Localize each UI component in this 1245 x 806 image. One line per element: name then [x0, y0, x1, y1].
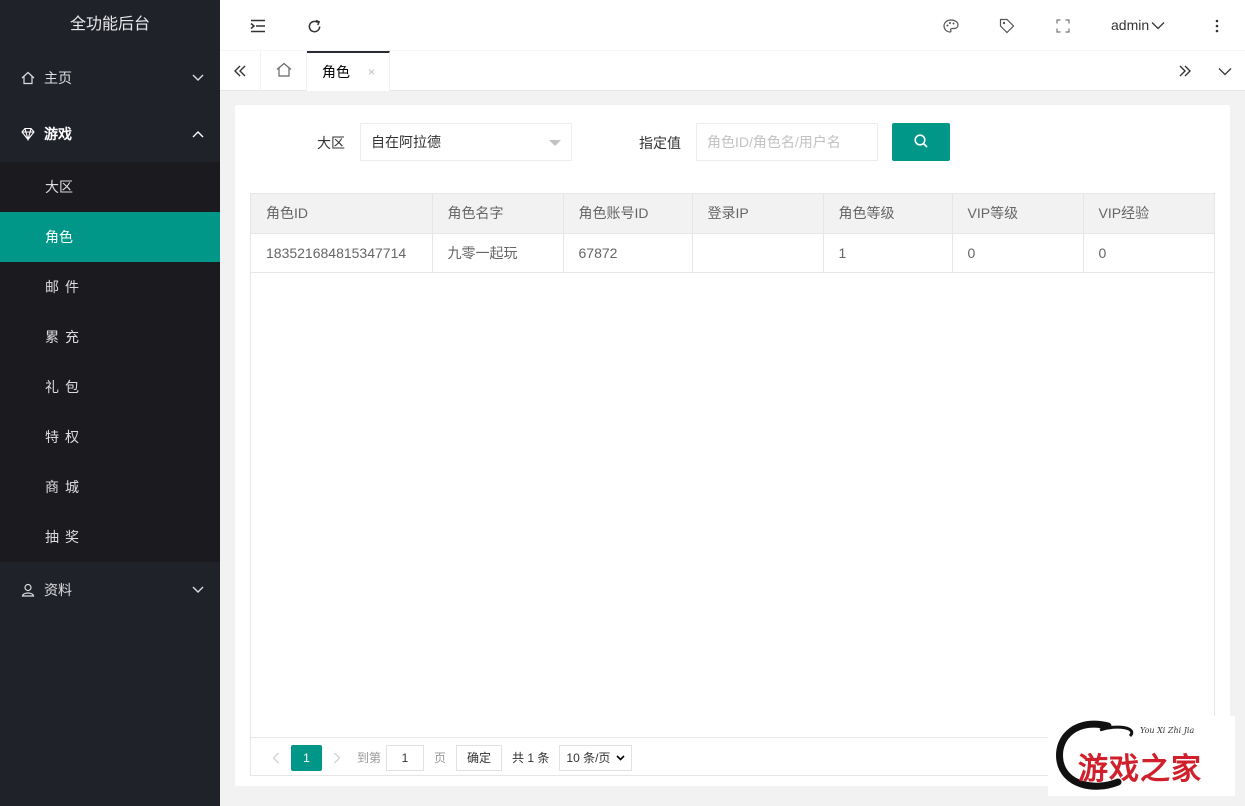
- tab-role[interactable]: 角色 ×: [307, 51, 390, 91]
- column-header[interactable]: VIP等级: [952, 194, 1084, 234]
- table-cell: 0: [952, 233, 1084, 273]
- current-page[interactable]: 1: [291, 744, 322, 771]
- game-submenu: 大区 角色 邮件 累充 礼包 特权 商城 抽奖: [0, 162, 220, 562]
- home-icon: [276, 62, 292, 80]
- user-menu[interactable]: admin: [1111, 0, 1165, 50]
- watermark-cn: 游戏之家: [1078, 752, 1202, 787]
- collapse-menu-icon[interactable]: [249, 17, 267, 35]
- sidebar-subitem-lottery[interactable]: 抽奖: [0, 512, 220, 562]
- value-label: 指定值: [639, 135, 681, 151]
- data-table: 角色ID 角色名字 角色账号ID 登录IP 角色等级 VIP等级 VIP经验 1…: [250, 193, 1215, 776]
- table-cell: 1: [823, 233, 953, 273]
- column-header[interactable]: 角色账号ID: [563, 194, 693, 234]
- home-icon: [20, 70, 36, 86]
- top-header: admin: [220, 0, 1245, 50]
- tabs-scroll-right-icon[interactable]: [1165, 51, 1205, 91]
- region-select[interactable]: 自在阿拉德: [360, 123, 572, 161]
- more-vertical-icon[interactable]: [1208, 17, 1226, 35]
- diamond-icon: [20, 126, 36, 142]
- table-cell: 67872: [563, 233, 693, 273]
- column-header[interactable]: 角色名字: [432, 194, 564, 234]
- app-title: 全功能后台: [69, 16, 150, 33]
- sidebar: 全功能后台 主页 游戏 大区 角色 邮件 累充 礼包 特权 商城 抽奖 资料: [0, 0, 220, 806]
- tabs-scroll-left-icon[interactable]: [220, 51, 260, 91]
- sidebar-item-data[interactable]: 资料: [0, 562, 220, 618]
- chevron-down-icon: [616, 754, 625, 761]
- search-input[interactable]: [696, 123, 878, 161]
- search-icon: [913, 133, 929, 152]
- column-header[interactable]: 角色等级: [823, 194, 953, 234]
- refresh-icon[interactable]: [305, 17, 323, 35]
- sidebar-item-label: 主页: [44, 70, 72, 86]
- sidebar-item-label: 资料: [44, 582, 72, 598]
- chevron-down-icon: [1151, 0, 1165, 51]
- chevron-down-icon: [192, 584, 204, 596]
- dropdown-triangle-icon: [549, 140, 561, 146]
- goto-suffix: 页: [434, 751, 447, 765]
- username: admin: [1111, 17, 1150, 33]
- total-count: 共 1 条: [512, 751, 550, 765]
- sidebar-item-label: 游戏: [44, 126, 72, 142]
- tab-label: 角色: [322, 64, 350, 80]
- search-button[interactable]: [892, 123, 950, 161]
- sidebar-item-game[interactable]: 游戏: [0, 106, 220, 162]
- fullscreen-icon[interactable]: [1054, 17, 1072, 35]
- watermark-en: You Xi Zhi Jia: [1140, 726, 1195, 735]
- page-size-value: 10 条/页: [566, 750, 611, 765]
- table-cell: [692, 233, 824, 273]
- chevron-down-icon: [192, 72, 204, 84]
- tab-home[interactable]: [260, 51, 307, 91]
- table-cell: 183521684815347714: [251, 233, 433, 273]
- chevron-up-icon: [192, 128, 204, 140]
- user-icon: [20, 582, 36, 598]
- page-size-select[interactable]: 10 条/页: [559, 744, 633, 771]
- tabs-bar: 角色 ×: [220, 50, 1245, 91]
- tabs-menu-chevron-down-icon[interactable]: [1205, 51, 1245, 91]
- goto-prefix: 到第: [357, 751, 382, 765]
- column-header[interactable]: 角色ID: [251, 194, 433, 234]
- sidebar-subitem-mail[interactable]: 邮件: [0, 262, 220, 312]
- next-page-icon[interactable]: [322, 745, 352, 771]
- goto-confirm-button[interactable]: 确定: [456, 744, 503, 771]
- column-header[interactable]: 登录IP: [692, 194, 824, 234]
- sidebar-subitem-role[interactable]: 角色: [0, 212, 220, 262]
- sidebar-subitem-recharge[interactable]: 累充: [0, 312, 220, 362]
- table-cell: 九零一起玩: [432, 233, 564, 273]
- table-cell: 0: [1083, 233, 1214, 273]
- goto-page-input[interactable]: 1: [386, 744, 425, 771]
- sidebar-subitem-shop[interactable]: 商城: [0, 462, 220, 512]
- watermark-logo: You Xi Zhi Jia 游戏之家: [1048, 716, 1235, 796]
- close-icon[interactable]: ×: [368, 65, 375, 79]
- content-card: 大区 自在阿拉德 指定值 角色ID 角色名字 角色账号ID 登录IP 角色等级 …: [235, 105, 1230, 786]
- sidebar-subitem-region[interactable]: 大区: [0, 162, 220, 212]
- sidebar-subitem-gift[interactable]: 礼包: [0, 362, 220, 412]
- sidebar-item-home[interactable]: 主页: [0, 50, 220, 106]
- sidebar-subitem-privilege[interactable]: 特权: [0, 412, 220, 462]
- theme-palette-icon[interactable]: [942, 17, 960, 35]
- column-header[interactable]: VIP经验: [1083, 194, 1214, 234]
- region-label: 大区: [317, 135, 345, 151]
- region-select-value: 自在阿拉德: [371, 134, 441, 150]
- table-header-row: 角色ID 角色名字 角色账号ID 登录IP 角色等级 VIP等级 VIP经验: [251, 194, 1214, 234]
- tag-icon[interactable]: [998, 17, 1016, 35]
- prev-page-icon[interactable]: [261, 745, 291, 771]
- table-row[interactable]: 183521684815347714 九零一起玩 67872 1 0 0: [251, 233, 1214, 273]
